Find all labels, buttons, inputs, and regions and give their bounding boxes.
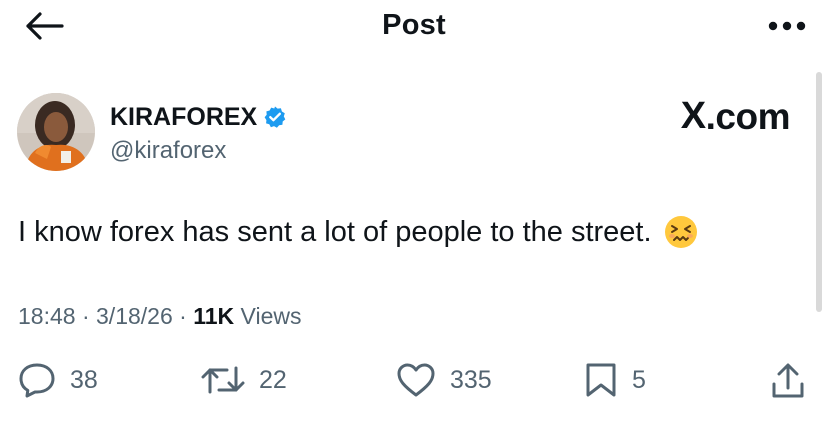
bookmark-count: 5 bbox=[632, 365, 646, 394]
like-count: 335 bbox=[450, 365, 492, 394]
page-title: Post bbox=[382, 9, 446, 41]
scrollbar[interactable] bbox=[816, 72, 822, 312]
post-date[interactable]: 3/18/26 bbox=[96, 303, 173, 329]
brand-domain: .com bbox=[705, 95, 791, 137]
post-meta: 18:48 · 3/18/26 · 11K Views bbox=[18, 303, 301, 330]
more-options-button[interactable] bbox=[756, 10, 806, 42]
top-bar: Post bbox=[0, 0, 828, 54]
repost-button[interactable]: 22 bbox=[201, 362, 287, 398]
meta-separator: · bbox=[75, 303, 97, 329]
display-name[interactable]: KIRAFOREX bbox=[110, 103, 257, 132]
share-icon bbox=[772, 363, 804, 398]
confounded-face-icon bbox=[664, 216, 697, 248]
heart-icon bbox=[397, 363, 435, 397]
views-label: Views bbox=[240, 303, 302, 329]
avatar[interactable] bbox=[17, 93, 95, 171]
action-bar: 38 22 335 5 bbox=[18, 362, 818, 402]
reply-count: 38 bbox=[70, 365, 98, 394]
meta-separator-2: · bbox=[172, 303, 194, 329]
name-row: KIRAFOREX bbox=[110, 101, 287, 133]
reply-icon bbox=[19, 363, 55, 398]
post-text: I know forex has sent a lot of people to… bbox=[18, 215, 698, 249]
bookmark-icon bbox=[586, 363, 616, 397]
like-button[interactable]: 335 bbox=[396, 362, 492, 398]
bookmark-button[interactable]: 5 bbox=[584, 362, 646, 398]
avatar-image bbox=[17, 93, 95, 171]
repost-icon bbox=[201, 366, 245, 394]
views-count: 11K bbox=[193, 303, 235, 329]
x-logo: X bbox=[680, 95, 706, 137]
brand-watermark: X .com bbox=[680, 95, 791, 138]
post-body: I know forex has sent a lot of people to… bbox=[18, 215, 652, 248]
reply-button[interactable]: 38 bbox=[18, 362, 98, 398]
author-block: KIRAFOREX @kiraforex bbox=[17, 93, 517, 173]
verified-badge-icon bbox=[263, 105, 287, 129]
share-button[interactable] bbox=[770, 362, 806, 400]
repost-count: 22 bbox=[259, 365, 287, 394]
more-horizontal-icon bbox=[768, 21, 806, 31]
author-names: KIRAFOREX @kiraforex bbox=[110, 101, 287, 165]
post-time[interactable]: 18:48 bbox=[18, 303, 76, 329]
user-handle[interactable]: @kiraforex bbox=[110, 137, 287, 165]
